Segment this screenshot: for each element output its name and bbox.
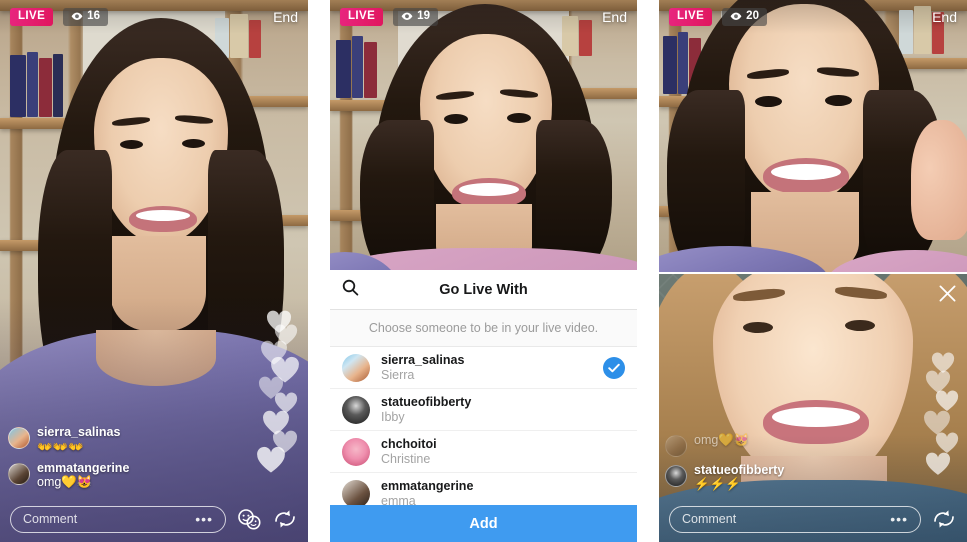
list-item-username: sierra_salinas xyxy=(381,352,465,367)
viewer-count-badge: 19 xyxy=(393,7,438,27)
avatar xyxy=(342,437,370,466)
end-button[interactable]: End xyxy=(273,9,298,25)
comment-text: omg💛😻 xyxy=(37,475,93,490)
viewer-count-badge: 16 xyxy=(63,7,108,27)
comment-item: emmatangerine omg💛😻 xyxy=(8,461,248,491)
eye-icon xyxy=(730,12,742,20)
list-item[interactable]: statueofibberty Ibby xyxy=(330,389,637,431)
comment-placeholder: Comment xyxy=(23,512,78,526)
topbar: LIVE 20 End xyxy=(659,0,967,34)
list-item[interactable]: sierra_salinas Sierra xyxy=(330,347,637,389)
topbar: LIVE 19 End xyxy=(330,0,637,34)
comment-item: omg💛😻 xyxy=(665,433,905,457)
camera-flip-icon[interactable] xyxy=(931,506,957,532)
comment-username[interactable]: sierra_salinas xyxy=(37,425,120,440)
guest-video-feed: omg💛😻 statueofibberty ⚡⚡⚡ Comment ••• xyxy=(659,272,967,542)
user-list: sierra_salinas Sierra statueofibberty Ib… xyxy=(330,347,637,505)
screenshot-stage: LIVE 16 End sierra_salinas 👐👐👐 emmatange… xyxy=(0,0,967,542)
list-item-name: Sierra xyxy=(381,367,415,382)
list-item-username: emmatangerine xyxy=(381,478,474,493)
list-item-name: Ibby xyxy=(381,409,405,424)
close-icon[interactable] xyxy=(938,284,957,308)
live-badge: LIVE xyxy=(10,7,54,27)
live-badge: LIVE xyxy=(669,7,713,27)
list-item-name: Christine xyxy=(381,451,431,466)
avatar xyxy=(665,434,687,457)
eye-icon xyxy=(401,12,413,20)
panel-live-broadcast: LIVE 16 End sierra_salinas 👐👐👐 emmatange… xyxy=(0,0,308,542)
comment-text: 👐👐👐 xyxy=(37,439,84,454)
bottom-bar: Comment ••• xyxy=(0,496,308,542)
comment-item: statueofibberty ⚡⚡⚡ xyxy=(665,463,905,493)
panel-divider xyxy=(308,0,330,542)
search-icon[interactable] xyxy=(342,279,359,301)
viewer-count: 20 xyxy=(746,9,759,22)
panel-divider xyxy=(637,0,659,542)
go-live-with-sheet: Go Live With Choose someone to be in you… xyxy=(330,270,637,542)
two-faces-icon[interactable] xyxy=(236,506,262,532)
list-item[interactable]: emmatangerine emma xyxy=(330,473,637,505)
viewer-count: 16 xyxy=(87,9,100,22)
avatar xyxy=(342,353,370,382)
avatar xyxy=(342,395,370,424)
comment-text: ⚡⚡⚡ xyxy=(694,477,741,492)
eye-icon xyxy=(71,12,83,20)
end-button[interactable]: End xyxy=(932,9,957,25)
comment-input[interactable]: Comment ••• xyxy=(10,505,226,533)
panel-go-live-with: LIVE 19 End Go Live With Choose someone … xyxy=(330,0,637,542)
host-video-feed xyxy=(659,0,967,272)
comment-username[interactable]: emmatangerine xyxy=(37,461,129,476)
comment-item: sierra_salinas 👐👐👐 xyxy=(8,425,248,455)
comment-text: omg💛😻 xyxy=(694,432,750,447)
avatar xyxy=(665,464,687,487)
live-badge: LIVE xyxy=(340,7,384,27)
viewer-count: 19 xyxy=(417,9,430,22)
more-options-button[interactable]: ••• xyxy=(195,511,213,527)
list-item-name: emma xyxy=(381,493,416,506)
bottom-bar: Comment ••• xyxy=(659,496,967,542)
live-video-feed xyxy=(330,0,637,270)
camera-flip-icon[interactable] xyxy=(272,506,298,532)
sheet-header: Go Live With xyxy=(330,270,637,310)
end-button[interactable]: End xyxy=(602,9,627,25)
avatar xyxy=(8,462,30,485)
sheet-title: Go Live With xyxy=(439,281,528,298)
list-item[interactable]: chchoitoi Christine xyxy=(330,431,637,473)
avatar xyxy=(342,479,370,505)
avatar xyxy=(8,427,30,449)
list-item-username: chchoitoi xyxy=(381,436,437,451)
list-item-username: statueofibberty xyxy=(381,394,472,409)
comment-feed: omg💛😻 statueofibberty ⚡⚡⚡ xyxy=(665,433,905,499)
topbar: LIVE 16 End xyxy=(0,0,308,34)
selected-checkmark-icon[interactable] xyxy=(603,356,625,379)
comment-placeholder: Comment xyxy=(682,512,737,526)
viewer-count-badge: 20 xyxy=(722,7,767,27)
comment-input[interactable]: Comment ••• xyxy=(669,505,921,533)
more-options-button[interactable]: ••• xyxy=(890,511,908,527)
sheet-subtitle: Choose someone to be in your live video. xyxy=(330,310,637,347)
panel-live-with-guest: LIVE 20 End omg💛😻 statueofibberty ⚡⚡⚡ Co… xyxy=(659,0,967,542)
comment-username[interactable]: statueofibberty xyxy=(694,463,784,478)
add-button[interactable]: Add xyxy=(330,505,637,542)
comment-feed: sierra_salinas 👐👐👐 emmatangerine omg💛😻 xyxy=(8,425,248,496)
